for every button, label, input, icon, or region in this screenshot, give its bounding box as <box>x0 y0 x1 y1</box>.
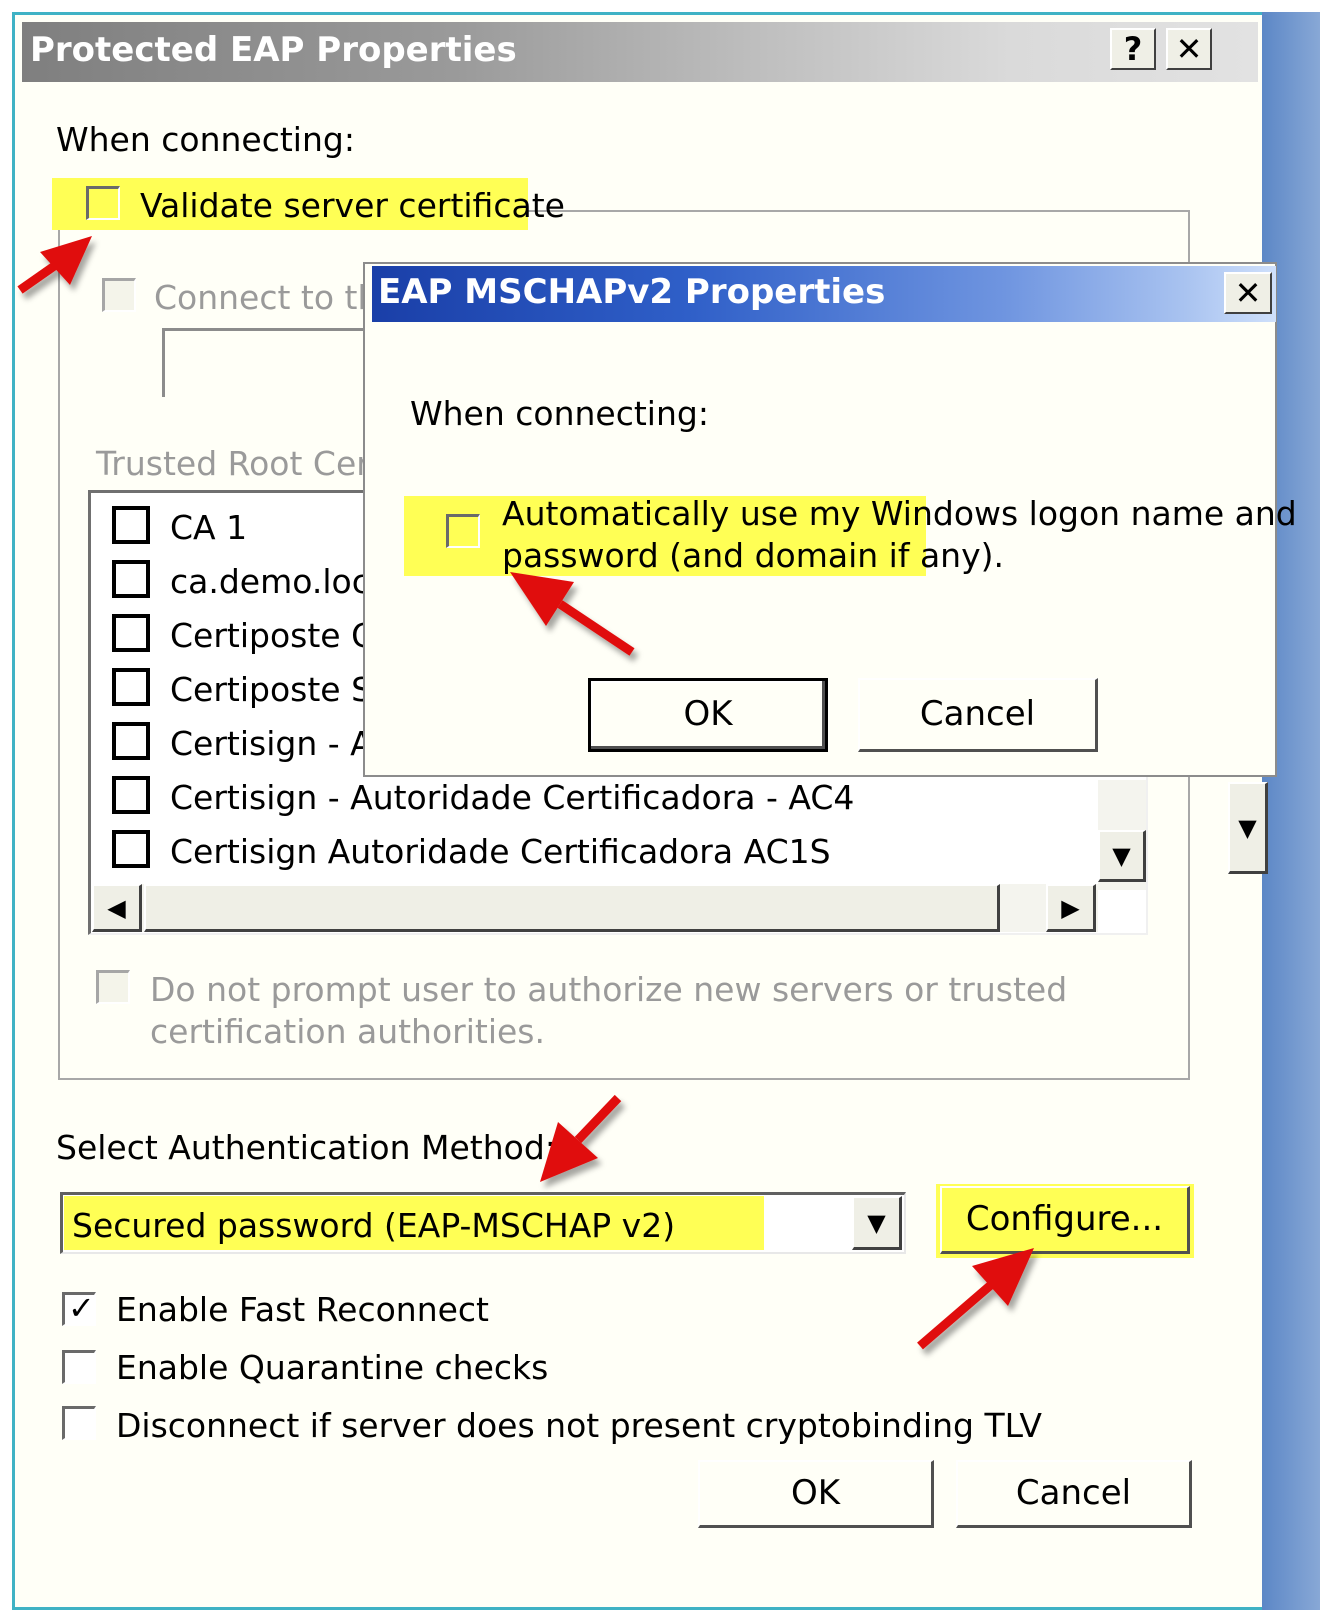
annotation-arrows <box>17 236 1034 1350</box>
red-arrow-icon <box>17 236 92 294</box>
red-arrow-icon <box>540 1094 622 1182</box>
red-arrow-icon <box>917 1248 1034 1350</box>
red-arrow-icon <box>510 572 635 656</box>
